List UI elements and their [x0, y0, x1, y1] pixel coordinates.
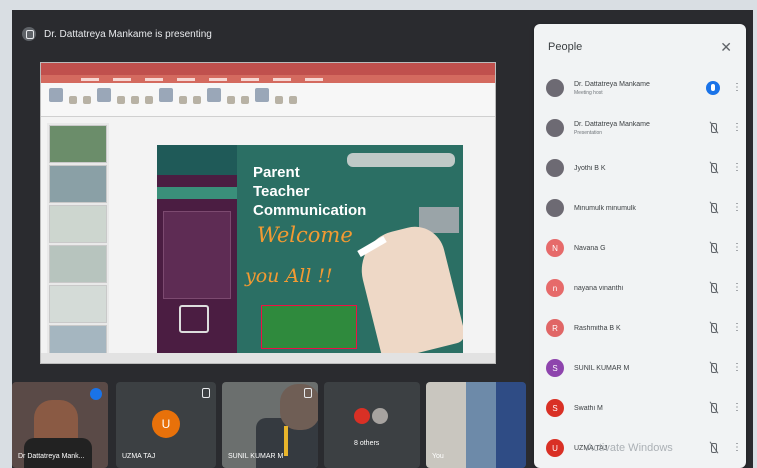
- mic-off-icon[interactable]: [706, 401, 720, 415]
- speaking-indicator-icon: [90, 388, 102, 400]
- present-screen-icon: [22, 27, 36, 41]
- activate-windows-watermark: Activate Windows: [586, 442, 673, 454]
- participant-list: Dr. Dattatreya Mankame Meeting host ⋮ Dr. D…: [534, 68, 746, 468]
- hand-illustration: [353, 220, 463, 353]
- current-slide: Parent Teacher Communication Welcome you…: [157, 145, 463, 353]
- avatar: [372, 408, 388, 424]
- others-count: 8 others: [354, 440, 380, 447]
- tile-uzma[interactable]: U UZMA TAJ: [116, 382, 216, 468]
- slide-thumbnail: [49, 205, 107, 243]
- avatar: [354, 408, 370, 424]
- slide-thumbnail: [49, 125, 107, 163]
- participant-row[interactable]: R Rashmitha B K ⋮: [534, 308, 746, 348]
- mic-off-icon[interactable]: [706, 201, 720, 215]
- avatar: [546, 79, 564, 97]
- slide-thumbnail: [49, 165, 107, 203]
- presenter-text: Dr. Dattatreya Mankame is presenting: [44, 28, 212, 40]
- ppt-title-bar: [41, 63, 495, 75]
- phone-icon: [179, 305, 209, 333]
- mic-off-icon: [304, 388, 312, 398]
- avatar: [546, 199, 564, 217]
- tile-sunil[interactable]: SUNIL KUMAR M: [222, 382, 318, 468]
- tile-name: UZMA TAJ: [122, 453, 156, 460]
- people-panel: People ✕ Dr. Dattatreya Mankame Meeting h…: [534, 24, 746, 468]
- more-options-icon[interactable]: ⋮: [732, 123, 742, 133]
- avatar: R: [546, 319, 564, 337]
- tile-name: You: [432, 453, 444, 460]
- more-options-icon[interactable]: ⋮: [732, 243, 742, 253]
- slide-welcome-text: Welcome: [257, 223, 353, 247]
- people-panel-header: People ✕: [548, 38, 732, 56]
- slide-notice-box: [261, 305, 357, 349]
- close-icon[interactable]: ✕: [720, 39, 732, 56]
- photo-frame: Dr. Dattatreya Mankame is presenting Par…: [0, 0, 757, 468]
- avatar: [546, 119, 564, 137]
- more-options-icon[interactable]: ⋮: [732, 163, 742, 173]
- ppt-ribbon: [41, 83, 495, 117]
- mic-active-icon[interactable]: [706, 81, 720, 95]
- avatar: U: [546, 439, 564, 457]
- tile-name: SUNIL KUMAR M: [228, 453, 284, 460]
- participant-name: Navana G: [574, 244, 606, 252]
- participant-role: Presentation: [574, 129, 603, 136]
- participant-video: [280, 384, 318, 430]
- others-avatars: [354, 408, 388, 424]
- avatar: N: [546, 239, 564, 257]
- participant-name: Rashmitha B K: [574, 324, 621, 332]
- more-options-icon[interactable]: ⋮: [732, 443, 742, 453]
- participant-row[interactable]: Minumulk minumulk ⋮: [534, 188, 746, 228]
- people-panel-title: People: [548, 41, 583, 53]
- slide-thumbnail: [49, 285, 107, 323]
- participant-row[interactable]: N Navana G ⋮: [534, 228, 746, 268]
- participant-name: nayana vinanthi: [574, 284, 624, 292]
- slide-heading: Parent Teacher Communication: [253, 164, 367, 219]
- more-options-icon[interactable]: ⋮: [732, 83, 742, 93]
- more-options-icon[interactable]: ⋮: [732, 403, 742, 413]
- slide-thumbnail: [49, 245, 107, 283]
- tile-self[interactable]: You: [426, 382, 526, 468]
- participant-name: Swathi M: [574, 404, 603, 412]
- more-options-icon[interactable]: ⋮: [732, 203, 742, 213]
- mic-off-icon[interactable]: [706, 241, 720, 255]
- participant-row[interactable]: Dr. Dattatreya Mankame Meeting host ⋮: [534, 68, 746, 108]
- tile-name: Dr Dattatreya Mank...: [18, 453, 85, 460]
- slide-logo-banner: [157, 145, 237, 175]
- participant-name: Dr. Dattatreya Mankame: [574, 80, 650, 88]
- participant-name: SUNIL KUMAR M: [574, 364, 630, 372]
- mic-off-icon[interactable]: [706, 121, 720, 135]
- more-options-icon[interactable]: ⋮: [732, 363, 742, 373]
- slide-left-poster: [157, 175, 237, 353]
- avatar: [546, 159, 564, 177]
- participant-row[interactable]: S Swathi M ⋮: [534, 388, 746, 428]
- mic-off-icon[interactable]: [706, 321, 720, 335]
- mic-off-icon[interactable]: [706, 161, 720, 175]
- avatar: U: [152, 410, 180, 438]
- participant-row[interactable]: Jyothi B K ⋮: [534, 148, 746, 188]
- participant-role: Meeting host: [574, 89, 603, 96]
- mic-off-icon: [202, 388, 210, 398]
- slide-thumbnails: [47, 123, 109, 363]
- more-options-icon[interactable]: ⋮: [732, 283, 742, 293]
- ppt-status-bar: [41, 353, 495, 363]
- shared-screen-powerpoint: Parent Teacher Communication Welcome you…: [40, 62, 496, 364]
- avatar: n: [546, 279, 564, 297]
- ppt-menu-bar: [41, 75, 495, 83]
- participant-name: Jyothi B K: [574, 164, 606, 172]
- mic-off-icon[interactable]: [706, 441, 720, 455]
- participant-tiles: Dr Dattatreya Mank... U UZMA TAJ SUNIL K…: [12, 382, 532, 468]
- participant-name: Minumulk minumulk: [574, 204, 636, 212]
- avatar: S: [546, 399, 564, 417]
- mic-off-icon[interactable]: [706, 361, 720, 375]
- tile-presenter[interactable]: Dr Dattatreya Mank...: [12, 382, 108, 468]
- participant-row[interactable]: S SUNIL KUMAR M ⋮: [534, 348, 746, 388]
- more-options-icon[interactable]: ⋮: [732, 323, 742, 333]
- presenter-bar: Dr. Dattatreya Mankame is presenting: [22, 24, 212, 44]
- participant-row[interactable]: n nayana vinanthi ⋮: [534, 268, 746, 308]
- participant-row[interactable]: Dr. Dattatreya Mankame Presentation ⋮: [534, 108, 746, 148]
- mic-off-icon[interactable]: [706, 281, 720, 295]
- slide-you-all-text: you All !!: [245, 265, 333, 287]
- participant-name: Dr. Dattatreya Mankame: [574, 120, 650, 128]
- tile-others[interactable]: 8 others: [324, 382, 420, 468]
- avatar: S: [546, 359, 564, 377]
